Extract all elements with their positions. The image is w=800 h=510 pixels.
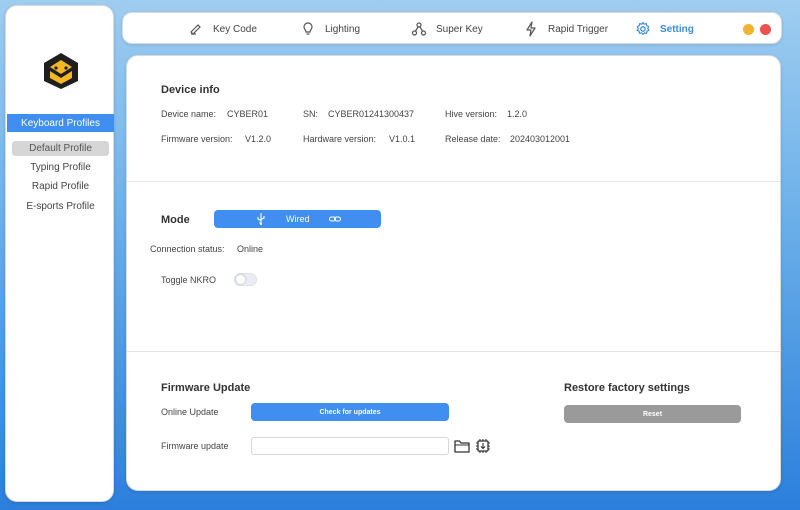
profile-item-typing[interactable]: Typing Profile <box>12 160 109 175</box>
toggle-knob <box>236 275 245 284</box>
settings-panel: Device info Device name: CYBER01 SN: CYB… <box>126 55 781 491</box>
lightning-icon <box>526 21 536 37</box>
hardware-version-value: V1.0.1 <box>389 134 416 144</box>
mode-selector[interactable]: Wired <box>214 210 381 228</box>
folder-icon[interactable] <box>453 437 471 455</box>
release-date-value: 202403012001 <box>510 134 571 144</box>
close-button[interactable] <box>760 24 771 35</box>
mode-selected-label: Wired <box>286 214 310 224</box>
minimize-button[interactable] <box>743 24 754 35</box>
section-divider <box>127 351 780 352</box>
sidebar: Keyboard Profiles Default Profile Typing… <box>5 5 114 502</box>
tab-label: Rapid Trigger <box>548 23 609 35</box>
bulb-icon <box>303 22 313 35</box>
toggle-nkro-label: Toggle NKRO <box>161 275 217 285</box>
hive-version-label: Hive version: <box>445 109 498 119</box>
reset-button[interactable]: Reset <box>564 405 741 423</box>
connection-status-value: Online <box>237 244 264 254</box>
tab-super-key[interactable]: Super Key <box>411 13 483 45</box>
firmware-update-label: Firmware update <box>161 441 229 451</box>
chip-download-icon[interactable] <box>474 437 492 455</box>
device-info-title: Device info <box>161 84 220 96</box>
tab-label: Lighting <box>325 23 361 35</box>
super-key-icon <box>411 22 427 36</box>
tab-lighting[interactable]: Lighting <box>300 13 360 45</box>
hive-logo-icon <box>44 53 78 89</box>
hardware-version-label: Hardware version: <box>303 134 377 144</box>
profile-item-esports[interactable]: E-sports Profile <box>12 199 109 214</box>
firmware-update-title: Firmware Update <box>161 382 251 394</box>
usb-icon <box>257 213 265 226</box>
section-divider <box>127 181 780 182</box>
key-code-icon <box>190 24 201 35</box>
gear-icon <box>636 21 650 36</box>
release-date-label: Release date: <box>445 134 501 144</box>
firmware-version-label: Firmware version: <box>161 134 233 144</box>
link-icon <box>328 216 342 222</box>
tab-label: Key Code <box>213 23 257 35</box>
online-update-label: Online Update <box>161 407 219 417</box>
sn-value: CYBER01241300437 <box>328 109 415 119</box>
keyboard-profiles-header: Keyboard Profiles <box>7 114 114 132</box>
top-navigation: Key Code Lighting Super Key Rapid Trigge… <box>122 12 782 44</box>
mode-title: Mode <box>161 214 190 226</box>
nkro-toggle[interactable] <box>234 273 257 286</box>
device-name-value: CYBER01 <box>227 109 269 119</box>
tab-key-code[interactable]: Key Code <box>188 13 257 45</box>
tab-setting[interactable]: Setting <box>635 13 694 45</box>
connection-status-label: Connection status: <box>150 244 225 254</box>
hive-version-value: 1.2.0 <box>507 109 528 119</box>
tab-rapid-trigger[interactable]: Rapid Trigger <box>523 13 608 45</box>
sn-label: SN: <box>303 109 319 119</box>
firmware-file-input[interactable] <box>251 437 449 455</box>
firmware-version-value: V1.2.0 <box>245 134 272 144</box>
profile-item-rapid[interactable]: Rapid Profile <box>12 179 109 194</box>
check-for-updates-button[interactable]: Check for updates <box>251 403 449 421</box>
tab-label: Super Key <box>436 23 483 35</box>
tab-label: Setting <box>660 23 694 35</box>
device-name-label: Device name: <box>161 109 217 119</box>
profile-item-default[interactable]: Default Profile <box>12 141 109 156</box>
restore-factory-title: Restore factory settings <box>564 382 690 394</box>
